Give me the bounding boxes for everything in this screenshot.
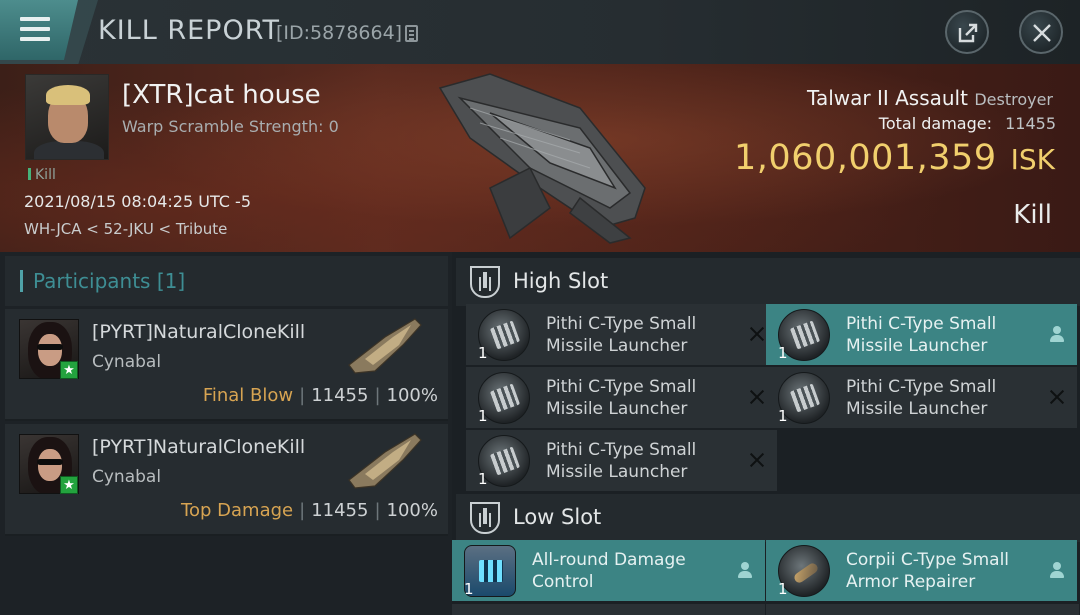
ship-name[interactable]: Talwar II Assault Destroyer (807, 86, 1053, 110)
module-quantity: 1 (478, 407, 488, 425)
close-icon (1033, 24, 1051, 42)
victim-name[interactable]: [XTR]cat house (122, 80, 321, 110)
module-item[interactable]: 1 Corpii C-Type Small Armor Repairer (766, 540, 1077, 601)
menu-icon[interactable] (20, 17, 50, 41)
participant-card[interactable]: ★ [PYRT]NaturalCloneKill Cynabal Final B… (5, 309, 448, 421)
module-item[interactable]: 1 Pithi C-Type Small Missile Launcher (466, 304, 777, 365)
isk-unit: ISK (1010, 143, 1055, 176)
title-bar: KILL REPORT [ID:5878664] (0, 0, 1080, 64)
participant-role: Top Damage (181, 500, 294, 521)
module-name: Corpii C-Type Small Armor Repairer (846, 550, 1010, 592)
total-damage-value: 11455 (1005, 114, 1056, 133)
module-quantity: 1 (478, 470, 488, 488)
high-slot-icon (470, 266, 500, 298)
participants-panel: Participants [1] ★ [PYRT]NaturalCloneKil… (0, 252, 452, 615)
fitting-panel: High Slot 1 Pithi C-Type Small Missile L… (452, 252, 1080, 615)
participant-percent: 100% (386, 385, 438, 406)
destroyed-icon (1047, 387, 1067, 407)
kill-tag: Kill (28, 167, 56, 183)
module-name: Pithi C-Type Small Missile Launcher (546, 377, 697, 419)
warp-scramble-strength: Warp Scramble Strength: 0 (122, 117, 339, 136)
participants-header: Participants [1] (5, 256, 448, 306)
module-quantity: 1 (778, 580, 788, 598)
module-quantity: 1 (778, 407, 788, 425)
module-quantity: 1 (778, 344, 788, 362)
close-button[interactable] (1019, 10, 1063, 54)
module-item[interactable]: 1 Pithi C-Type Small Missile Launcher (766, 367, 1077, 428)
module-item[interactable]: 1 All-round Damage Control (452, 540, 765, 601)
module-name: Pithi C-Type Small Missile Launcher (846, 314, 997, 356)
destroyed-icon (747, 324, 767, 344)
kill-tag-label: Kill (35, 167, 56, 183)
stat-divider: | (299, 385, 306, 406)
participant-name[interactable]: [PYRT]NaturalCloneKill (92, 436, 305, 458)
ship-image (438, 73, 646, 244)
participant-ship: Cynabal (92, 467, 162, 487)
low-slot-header: Low Slot (456, 494, 1080, 542)
participant-card[interactable]: ★ [PYRT]NaturalCloneKill Cynabal Top Dam… (5, 424, 448, 536)
module-name: All-round Damage Control (532, 550, 686, 592)
stat-divider: | (299, 500, 306, 521)
isk-value-row: 1,060,001,359 ISK (734, 138, 1055, 178)
destroyed-icon (747, 450, 767, 470)
module-item[interactable]: 1 Pithi C-Type Small Missile Launcher (466, 430, 777, 491)
dropped-icon (1047, 324, 1067, 344)
participant-stats: Top Damage | 11455 | 100% (181, 500, 438, 521)
stat-divider: | (374, 385, 381, 406)
page-title: KILL REPORT (98, 15, 280, 46)
participant-ship-image (348, 318, 422, 374)
copy-icon[interactable] (405, 25, 418, 42)
total-damage-row: Total damage: 11455 (879, 114, 1056, 133)
participant-damage: 11455 (311, 385, 369, 406)
participant-stats: Final Blow | 11455 | 100% (203, 385, 438, 406)
participant-ship-image (348, 433, 422, 489)
destroyed-icon (747, 387, 767, 407)
module-name: Pithi C-Type Small Missile Launcher (546, 440, 697, 482)
ship-class: Destroyer (974, 90, 1053, 109)
high-slot-header: High Slot (456, 258, 1080, 306)
participant-damage: 11455 (311, 500, 369, 521)
participant-name[interactable]: [PYRT]NaturalCloneKill (92, 321, 305, 343)
isk-value: 1,060,001,359 (734, 138, 997, 178)
module-item[interactable]: 1 Pithi C-Type Small Missile Launcher (766, 304, 1077, 365)
ship-type-name: Talwar II Assault (807, 86, 968, 110)
low-slot-label: Low Slot (513, 505, 602, 529)
victim-portrait[interactable] (25, 74, 109, 160)
dropped-icon (735, 560, 755, 580)
kill-summary-banner: [XTR]cat house Warp Scramble Strength: 0… (0, 64, 1080, 252)
header-accent-bar (20, 270, 23, 292)
stat-divider: | (374, 500, 381, 521)
kill-datetime: 2021/08/15 08:04:25 UTC -5 (24, 192, 252, 211)
kill-marker-icon (28, 168, 31, 180)
module-item-partial[interactable] (452, 604, 765, 615)
star-icon: ★ (60, 476, 78, 494)
participant-role: Final Blow (202, 385, 294, 406)
participant-percent: 100% (386, 500, 438, 521)
kill-location[interactable]: WH-JCA < 52-JKU < Tribute (24, 220, 227, 238)
module-name: Pithi C-Type Small Missile Launcher (846, 377, 997, 419)
high-slot-label: High Slot (513, 269, 609, 293)
report-result: Kill (1013, 200, 1052, 230)
module-item[interactable]: 1 Pithi C-Type Small Missile Launcher (466, 367, 777, 428)
module-quantity: 1 (478, 344, 488, 362)
module-quantity: 1 (464, 580, 474, 598)
module-item-partial[interactable] (766, 604, 1079, 615)
participants-title: Participants [1] (33, 269, 186, 293)
dropped-icon (1047, 560, 1067, 580)
report-id: [ID:5878664] (276, 22, 403, 44)
share-button[interactable] (945, 10, 989, 54)
share-icon (958, 23, 978, 43)
participant-ship: Cynabal (92, 352, 162, 372)
low-slot-icon (470, 502, 500, 534)
total-damage-label: Total damage: (878, 114, 992, 133)
star-icon: ★ (60, 361, 78, 379)
module-name: Pithi C-Type Small Missile Launcher (546, 314, 697, 356)
